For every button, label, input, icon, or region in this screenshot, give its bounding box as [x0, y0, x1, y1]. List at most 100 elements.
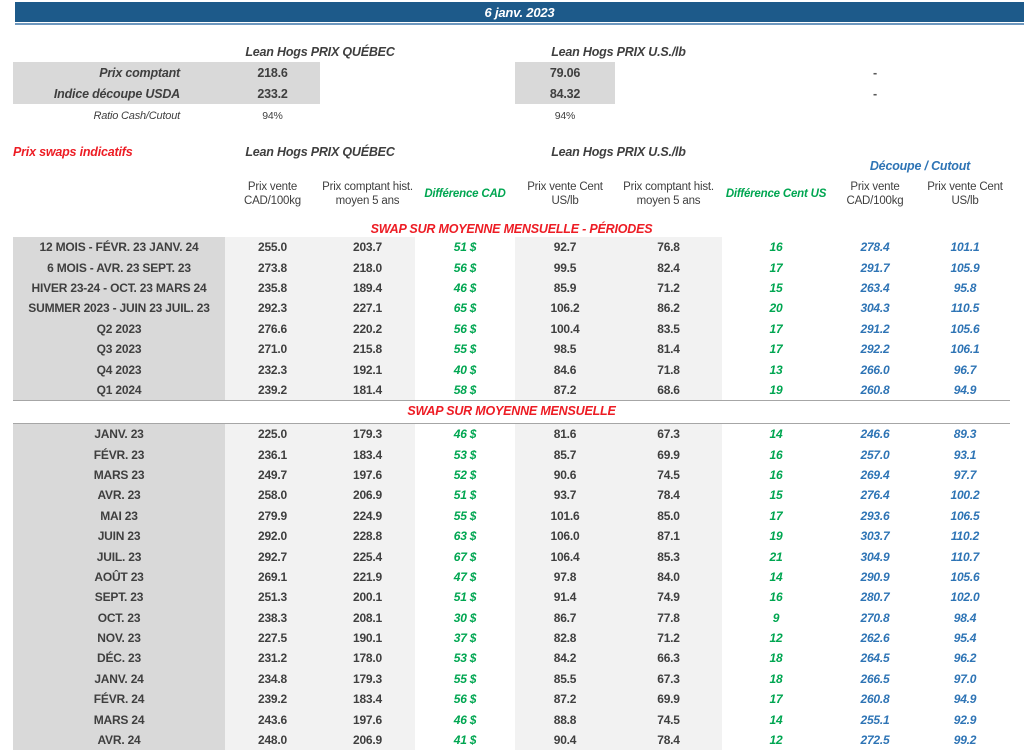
cutout-us-value: 110.2: [920, 526, 1010, 546]
cutout-cad-value: 266.5: [830, 669, 920, 689]
prix-vente-us-value: 82.8: [515, 628, 615, 648]
cutout-us-value: 110.7: [920, 546, 1010, 566]
prix-comptant-hist-us-value: 74.5: [615, 465, 722, 485]
difference-cad-value: 55 $: [415, 669, 515, 689]
difference-cad-value: 51 $: [415, 237, 515, 257]
difference-cad-value: 56 $: [415, 319, 515, 339]
prix-comptant-hist-cad-value: 192.1: [320, 359, 415, 379]
prix-comptant-hist-cad-value: 197.6: [320, 465, 415, 485]
spot-quebec-value: 233.2: [225, 83, 320, 104]
prix-vente-cad-value: 243.6: [225, 709, 320, 729]
cutout-us-value: 105.6: [920, 567, 1010, 587]
difference-us-value: 18: [722, 648, 830, 668]
difference-cad-value: 67 $: [415, 546, 515, 566]
cutout-cad-value: 276.4: [830, 485, 920, 505]
prix-vente-cad-value: 239.2: [225, 380, 320, 400]
prix-vente-us-value: 93.7: [515, 485, 615, 505]
difference-us-value: 17: [722, 689, 830, 709]
prix-vente-cad-value: 255.0: [225, 237, 320, 257]
month-label: MAI 23: [13, 506, 225, 526]
prix-comptant-hist-cad-value: 183.4: [320, 689, 415, 709]
month-label: MARS 24: [13, 709, 225, 729]
difference-cad-value: 58 $: [415, 380, 515, 400]
period-label: SUMMER 2023 - JUIN 23 JUIL. 23: [13, 298, 225, 318]
cutout-us-value: 106.5: [920, 506, 1010, 526]
swaps-us-header: Lean Hogs PRIX U.S./lb: [515, 145, 722, 159]
difference-cad-value: 65 $: [415, 298, 515, 318]
cutout-us-value: 110.5: [920, 298, 1010, 318]
cutout-cad-value: 257.0: [830, 444, 920, 464]
cutout-cad-value: 264.5: [830, 648, 920, 668]
date-bar-underline: [15, 23, 1024, 25]
period-label: Q2 2023: [13, 319, 225, 339]
cutout-cad-value: 262.6: [830, 628, 920, 648]
cutout-cad-value: 263.4: [830, 278, 920, 298]
difference-us-value: 12: [722, 628, 830, 648]
difference-cad-value: 46 $: [415, 424, 515, 444]
prix-vente-us-value: 81.6: [515, 424, 615, 444]
prix-comptant-hist-us-value: 85.3: [615, 546, 722, 566]
col-prix-vente-cad: Prix vente CAD/100kg: [225, 166, 320, 222]
difference-cad-value: 56 $: [415, 689, 515, 709]
period-label: Q3 2023: [13, 339, 225, 359]
cutout-us-value: 105.6: [920, 319, 1010, 339]
prix-comptant-hist-cad-value: 179.3: [320, 669, 415, 689]
prix-vente-us-value: 84.2: [515, 648, 615, 668]
prix-vente-cad-value: 249.7: [225, 465, 320, 485]
spot-row-prix-comptant: Prix comptant 218.6 79.06 -: [13, 62, 1010, 83]
prix-vente-cad-value: 273.8: [225, 257, 320, 277]
spot-us-value: 94%: [515, 105, 615, 126]
prix-comptant-hist-us-value: 69.9: [615, 444, 722, 464]
difference-us-value: 12: [722, 730, 830, 750]
month-label: JUIL. 23: [13, 546, 225, 566]
cutout-cad-value: 303.7: [830, 526, 920, 546]
prix-comptant-hist-cad-value: 181.4: [320, 380, 415, 400]
period-label: 12 MOIS - FÉVR. 23 JANV. 24: [13, 237, 225, 257]
prix-vente-us-value: 84.6: [515, 359, 615, 379]
cutout-cad-value: 291.2: [830, 319, 920, 339]
cutout-us-value: 92.9: [920, 709, 1010, 729]
difference-us-value: 21: [722, 546, 830, 566]
swaps-title: Prix swaps indicatifs: [13, 145, 225, 159]
cutout-us-value: 99.2: [920, 730, 1010, 750]
difference-us-value: 17: [722, 319, 830, 339]
spot-quebec-value: 94%: [225, 105, 320, 126]
difference-cad-value: 53 $: [415, 444, 515, 464]
prix-comptant-hist-cad-value: 220.2: [320, 319, 415, 339]
prix-comptant-hist-cad-value: 225.4: [320, 546, 415, 566]
column-headers: Prix vente CAD/100kg Prix comptant hist.…: [13, 166, 1010, 222]
prix-vente-cad-value: 234.8: [225, 669, 320, 689]
month-label: AOÛT 23: [13, 567, 225, 587]
prix-comptant-hist-us-value: 81.4: [615, 339, 722, 359]
difference-us-value: 19: [722, 526, 830, 546]
prix-comptant-hist-us-value: 67.3: [615, 669, 722, 689]
cutout-cad-value: 272.5: [830, 730, 920, 750]
cutout-cad-value: 260.8: [830, 380, 920, 400]
prix-vente-us-value: 99.5: [515, 257, 615, 277]
price-sheet: 6 janv. 2023 Lean Hogs PRIX QUÉBEC Lean …: [0, 0, 1024, 753]
prix-comptant-hist-cad-value: 228.8: [320, 526, 415, 546]
difference-us-value: 16: [722, 587, 830, 607]
prix-comptant-hist-cad-value: 183.4: [320, 444, 415, 464]
cutout-cad-value: 304.9: [830, 546, 920, 566]
prix-vente-us-value: 90.4: [515, 730, 615, 750]
difference-cad-value: 63 $: [415, 526, 515, 546]
prix-vente-cad-value: 248.0: [225, 730, 320, 750]
month-label: MARS 23: [13, 465, 225, 485]
difference-cad-value: 30 $: [415, 608, 515, 628]
cutout-us-value: 96.2: [920, 648, 1010, 668]
date-header-bar: 6 janv. 2023: [15, 2, 1024, 22]
prix-comptant-hist-cad-value: 221.9: [320, 567, 415, 587]
cutout-cad-value: 278.4: [830, 237, 920, 257]
prix-comptant-hist-us-value: 74.5: [615, 709, 722, 729]
month-label: NOV. 23: [13, 628, 225, 648]
prix-comptant-hist-us-value: 86.2: [615, 298, 722, 318]
prix-comptant-hist-cad-value: 197.6: [320, 709, 415, 729]
cutout-us-value: 95.8: [920, 278, 1010, 298]
prix-vente-us-value: 85.5: [515, 669, 615, 689]
cutout-cad-value: 280.7: [830, 587, 920, 607]
cutout-cad-value: 291.7: [830, 257, 920, 277]
cutout-us-value: 105.9: [920, 257, 1010, 277]
cutout-us-value: 94.9: [920, 380, 1010, 400]
prix-vente-cad-value: 238.3: [225, 608, 320, 628]
